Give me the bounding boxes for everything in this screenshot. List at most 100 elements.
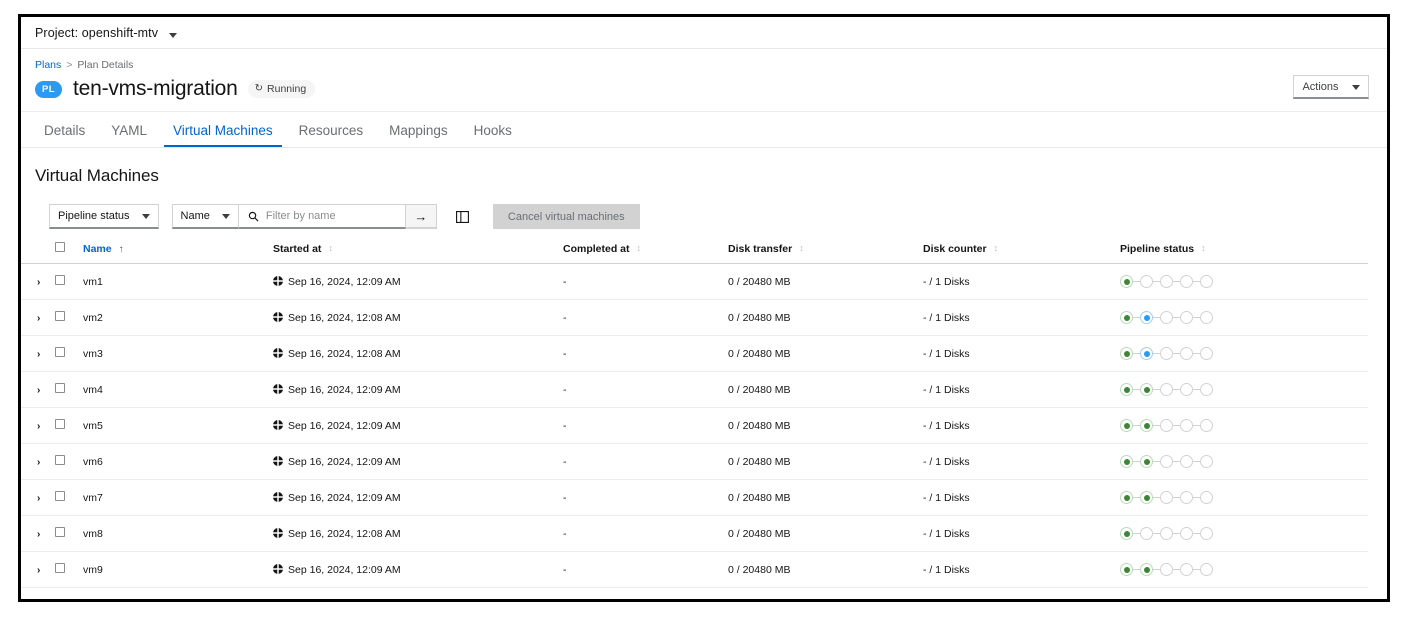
pipeline-step-2[interactable] bbox=[1140, 563, 1153, 576]
column-header-disk-counter[interactable]: Disk counter ↕ bbox=[923, 242, 1120, 264]
row-select-cell[interactable] bbox=[55, 263, 83, 300]
pipeline-step-4[interactable] bbox=[1180, 311, 1193, 324]
row-checkbox[interactable] bbox=[55, 311, 65, 321]
pipeline-step-3[interactable] bbox=[1160, 491, 1173, 504]
pipeline-step-1[interactable] bbox=[1120, 311, 1133, 324]
pipeline-step-4[interactable] bbox=[1180, 419, 1193, 432]
pipeline-step-2[interactable] bbox=[1140, 311, 1153, 324]
row-expand-toggle[interactable]: › bbox=[21, 515, 55, 552]
pipeline-step-3[interactable] bbox=[1160, 599, 1173, 602]
row-select-cell[interactable] bbox=[55, 443, 83, 480]
pipeline-step-3[interactable] bbox=[1160, 347, 1173, 360]
column-header-completed-at[interactable]: Completed at ↕ bbox=[563, 242, 728, 264]
row-checkbox[interactable] bbox=[55, 383, 65, 393]
row-expand-toggle[interactable]: › bbox=[21, 335, 55, 372]
pipeline-step-1[interactable] bbox=[1120, 275, 1133, 288]
column-header-started-at[interactable]: Started at ↕ bbox=[273, 242, 563, 264]
row-select-cell[interactable] bbox=[55, 551, 83, 588]
pipeline-step-3[interactable] bbox=[1160, 275, 1173, 288]
pipeline-step-1[interactable] bbox=[1120, 563, 1133, 576]
tab-yaml[interactable]: YAML bbox=[102, 123, 156, 147]
pipeline-step-3[interactable] bbox=[1160, 419, 1173, 432]
pipeline-step-5[interactable] bbox=[1200, 419, 1213, 432]
pipeline-step-5[interactable] bbox=[1200, 527, 1213, 540]
pipeline-step-5[interactable] bbox=[1200, 455, 1213, 468]
pipeline-step-1[interactable] bbox=[1120, 347, 1133, 360]
pipeline-step-5[interactable] bbox=[1200, 599, 1213, 602]
row-checkbox[interactable] bbox=[55, 563, 65, 573]
pipeline-step-3[interactable] bbox=[1160, 527, 1173, 540]
pipeline-step-5[interactable] bbox=[1200, 311, 1213, 324]
column-management-button[interactable] bbox=[450, 204, 475, 229]
row-select-cell[interactable] bbox=[55, 407, 83, 444]
tab-hooks[interactable]: Hooks bbox=[465, 123, 521, 147]
pipeline-step-5[interactable] bbox=[1200, 383, 1213, 396]
pipeline-step-1[interactable] bbox=[1120, 455, 1133, 468]
pipeline-step-5[interactable] bbox=[1200, 347, 1213, 360]
tab-resources[interactable]: Resources bbox=[290, 123, 373, 147]
pipeline-step-2[interactable] bbox=[1140, 347, 1153, 360]
row-checkbox[interactable] bbox=[55, 599, 65, 602]
search-input[interactable]: Filter by name bbox=[238, 204, 406, 229]
column-header-disk-transfer[interactable]: Disk transfer ↕ bbox=[728, 242, 923, 264]
row-select-cell[interactable] bbox=[55, 479, 83, 516]
tab-virtual-machines[interactable]: Virtual Machines bbox=[164, 123, 282, 147]
row-checkbox[interactable] bbox=[55, 455, 65, 465]
pipeline-step-1[interactable] bbox=[1120, 599, 1133, 602]
row-expand-toggle[interactable]: › bbox=[21, 371, 55, 408]
row-expand-toggle[interactable]: › bbox=[21, 263, 55, 300]
column-header-pipeline-status[interactable]: Pipeline status ↕ bbox=[1120, 242, 1368, 264]
pipeline-step-3[interactable] bbox=[1160, 311, 1173, 324]
row-checkbox[interactable] bbox=[55, 419, 65, 429]
pipeline-status-filter-select[interactable]: Pipeline status bbox=[49, 204, 159, 229]
pipeline-step-4[interactable] bbox=[1180, 275, 1193, 288]
cancel-virtual-machines-button[interactable]: Cancel virtual machines bbox=[492, 204, 640, 229]
pipeline-step-4[interactable] bbox=[1180, 347, 1193, 360]
pipeline-step-1[interactable] bbox=[1120, 383, 1133, 396]
actions-button[interactable]: Actions bbox=[1293, 75, 1369, 99]
pipeline-step-3[interactable] bbox=[1160, 563, 1173, 576]
row-checkbox[interactable] bbox=[55, 347, 65, 357]
pipeline-step-1[interactable] bbox=[1120, 527, 1133, 540]
pipeline-step-2[interactable] bbox=[1140, 599, 1153, 602]
row-expand-toggle[interactable]: › bbox=[21, 587, 55, 599]
pipeline-step-1[interactable] bbox=[1120, 419, 1133, 432]
row-select-cell[interactable] bbox=[55, 371, 83, 408]
pipeline-step-2[interactable] bbox=[1140, 491, 1153, 504]
pipeline-step-4[interactable] bbox=[1180, 599, 1193, 602]
pipeline-step-2[interactable] bbox=[1140, 419, 1153, 432]
pipeline-step-4[interactable] bbox=[1180, 383, 1193, 396]
row-checkbox[interactable] bbox=[55, 275, 65, 285]
row-select-cell[interactable] bbox=[55, 299, 83, 336]
row-expand-toggle[interactable]: › bbox=[21, 299, 55, 336]
search-submit-button[interactable]: → bbox=[405, 204, 437, 229]
pipeline-step-4[interactable] bbox=[1180, 455, 1193, 468]
pipeline-step-5[interactable] bbox=[1200, 563, 1213, 576]
pipeline-step-1[interactable] bbox=[1120, 491, 1133, 504]
row-expand-toggle[interactable]: › bbox=[21, 407, 55, 444]
row-expand-toggle[interactable]: › bbox=[21, 443, 55, 480]
project-selector[interactable]: Project: openshift-mtv bbox=[35, 24, 178, 42]
select-all-checkbox[interactable] bbox=[55, 242, 65, 252]
pipeline-step-5[interactable] bbox=[1200, 491, 1213, 504]
pipeline-step-2[interactable] bbox=[1140, 527, 1153, 540]
breadcrumb-link-plans[interactable]: Plans bbox=[35, 59, 61, 71]
row-select-cell[interactable] bbox=[55, 335, 83, 372]
row-checkbox[interactable] bbox=[55, 527, 65, 537]
pipeline-step-3[interactable] bbox=[1160, 383, 1173, 396]
pipeline-step-2[interactable] bbox=[1140, 275, 1153, 288]
row-select-cell[interactable] bbox=[55, 587, 83, 602]
pipeline-step-4[interactable] bbox=[1180, 563, 1193, 576]
pipeline-step-4[interactable] bbox=[1180, 527, 1193, 540]
tab-mappings[interactable]: Mappings bbox=[380, 123, 457, 147]
pipeline-step-5[interactable] bbox=[1200, 275, 1213, 288]
pipeline-step-2[interactable] bbox=[1140, 383, 1153, 396]
filter-attribute-select[interactable]: Name bbox=[171, 204, 239, 229]
row-checkbox[interactable] bbox=[55, 491, 65, 501]
pipeline-step-3[interactable] bbox=[1160, 455, 1173, 468]
select-all-header[interactable] bbox=[55, 242, 83, 264]
pipeline-step-2[interactable] bbox=[1140, 455, 1153, 468]
row-expand-toggle[interactable]: › bbox=[21, 551, 55, 588]
column-header-name[interactable]: Name ↑ bbox=[83, 242, 273, 264]
tab-details[interactable]: Details bbox=[35, 123, 94, 147]
